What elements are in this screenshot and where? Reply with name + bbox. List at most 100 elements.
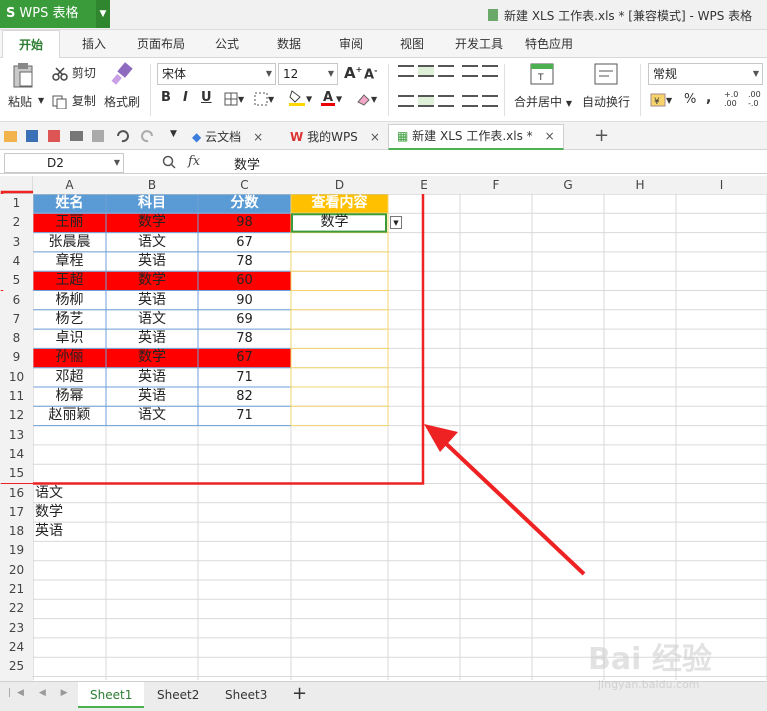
sheet-tab-2[interactable]: Sheet2 (145, 682, 211, 708)
name-cell[interactable]: 杨艺 (33, 310, 106, 329)
font-size-select[interactable]: 12 ▼ (278, 63, 338, 85)
name-cell[interactable]: 王超 (33, 271, 106, 290)
doc-tab-workbook[interactable]: ▦ 新建 XLS 工作表.xls * × (388, 124, 564, 150)
table-header-cell[interactable]: 科目 (106, 194, 198, 213)
column-header-i[interactable]: I (676, 176, 767, 194)
export-pdf-icon[interactable] (48, 130, 60, 142)
score-cell[interactable]: 71 (198, 368, 291, 387)
name-cell[interactable]: 邓超 (33, 368, 106, 387)
tab-special[interactable]: 特色应用 (525, 35, 573, 52)
font-color-button[interactable]: A ▼ (320, 89, 342, 107)
score-cell[interactable]: 60 (198, 271, 291, 290)
align-bottom-icon[interactable] (438, 65, 454, 77)
close-icon[interactable]: × (545, 129, 555, 143)
row-header-4[interactable]: 4 (0, 251, 33, 272)
align-right-icon[interactable] (438, 95, 454, 107)
column-header-b[interactable]: B (106, 176, 198, 194)
print-icon[interactable] (70, 131, 83, 141)
doc-tab-cloud[interactable]: ◆ 云文档 × (192, 128, 263, 145)
name-cell[interactable]: 杨柳 (33, 291, 106, 310)
redo-icon[interactable] (141, 130, 153, 143)
row-header-19[interactable]: 19 (0, 541, 33, 561)
thousands-separator-icon[interactable]: , (706, 90, 711, 106)
score-cell[interactable]: 78 (198, 329, 291, 348)
align-left-icon[interactable] (398, 95, 414, 107)
new-tab-icon[interactable]: + (594, 125, 609, 146)
underline-icon[interactable]: U (201, 90, 212, 105)
subject-cell[interactable]: 数学 (106, 271, 198, 290)
row-header-7[interactable]: 7 (0, 309, 33, 330)
row-header-8[interactable]: 8 (0, 329, 33, 349)
score-cell[interactable]: 90 (198, 291, 291, 310)
name-box[interactable]: D2 ▼ (4, 153, 124, 173)
row-header-18[interactable]: 18 (0, 522, 33, 542)
row-header-11[interactable]: 11 (0, 387, 33, 407)
name-cell[interactable]: 张晨晨 (33, 233, 106, 252)
chevron-down-icon[interactable]: ▼ (170, 129, 177, 139)
number-format-select[interactable]: 常规 ▼ (648, 63, 763, 85)
table-header-cell[interactable]: 分数 (198, 194, 291, 213)
column-header-f[interactable]: F (460, 176, 532, 194)
table-header-cell[interactable]: 姓名 (33, 194, 106, 213)
score-cell[interactable]: 69 (198, 310, 291, 329)
subject-cell[interactable]: 数学 (106, 213, 198, 232)
doc-tab-my-wps[interactable]: W 我的WPS × (290, 128, 380, 145)
subject-cell[interactable]: 英语 (106, 368, 198, 387)
name-cell[interactable]: 王丽 (33, 213, 106, 232)
score-cell[interactable]: 98 (198, 213, 291, 232)
close-icon[interactable]: × (253, 130, 263, 144)
row-header-13[interactable]: 13 (0, 425, 33, 445)
close-icon[interactable]: × (370, 130, 380, 144)
wrap-text-button[interactable]: 自动换行 (582, 93, 630, 110)
currency-format-icon[interactable]: ¥ ▼ (650, 92, 672, 107)
wrap-text-icon[interactable] (594, 62, 618, 86)
row-header-6[interactable]: 6 (0, 290, 33, 310)
sheet-tab-1[interactable]: Sheet1 (78, 682, 145, 708)
chevron-down-icon[interactable]: ▼ (38, 96, 44, 105)
clear-format-button[interactable]: ▼ (355, 91, 377, 106)
format-painter-label[interactable]: 格式刷 (104, 93, 140, 110)
decrease-decimal-icon[interactable]: .00 -.0 (748, 90, 761, 108)
tab-insert[interactable]: 插入 (82, 35, 106, 52)
score-cell[interactable]: 67 (198, 348, 291, 367)
subject-cell[interactable]: 数学 (106, 348, 198, 367)
list-source-cell[interactable]: 英语 (33, 522, 106, 541)
column-header-h[interactable]: H (604, 176, 676, 194)
formula-content[interactable]: 数学 (234, 154, 260, 173)
merge-center-button[interactable]: 合并居中 ▼ (514, 93, 572, 110)
sheet-tab-3[interactable]: Sheet3 (213, 682, 279, 708)
merge-center-icon[interactable]: T (530, 62, 554, 86)
fx-button[interactable]: fx (188, 154, 200, 169)
print-preview-icon[interactable] (92, 130, 104, 142)
tab-data[interactable]: 数据 (277, 35, 301, 52)
justify-icon[interactable] (462, 95, 478, 107)
name-cell[interactable]: 章程 (33, 252, 106, 271)
bold-icon[interactable]: B (161, 90, 171, 105)
row-header-14[interactable]: 14 (0, 444, 33, 465)
save-icon[interactable] (26, 130, 38, 142)
row-header-16[interactable]: 16 (0, 483, 33, 503)
column-header-g[interactable]: G (532, 176, 604, 194)
column-header-d[interactable]: D (291, 176, 388, 194)
column-header-a[interactable]: A (33, 176, 106, 194)
align-top-icon[interactable] (398, 65, 414, 77)
column-header-c[interactable]: C (198, 176, 291, 194)
italic-icon[interactable]: I (183, 90, 188, 105)
list-source-cell[interactable]: 语文 (33, 484, 106, 503)
row-header-12[interactable]: 12 (0, 406, 33, 426)
row-header-9[interactable]: 9 (0, 348, 33, 368)
align-middle-icon[interactable] (418, 65, 434, 77)
border-button[interactable]: ▼ (224, 91, 244, 106)
subject-cell[interactable]: 英语 (106, 329, 198, 348)
row-header-10[interactable]: 10 (0, 367, 33, 387)
row-header-5[interactable]: 5 (0, 271, 33, 291)
copy-button[interactable]: 复制 (52, 92, 96, 109)
percent-icon[interactable]: % (684, 92, 696, 107)
row-header-23[interactable]: 23 (0, 618, 33, 638)
score-cell[interactable]: 67 (198, 233, 291, 252)
name-cell[interactable]: 赵丽颖 (33, 406, 106, 425)
paste-button[interactable] (12, 62, 34, 88)
indent-decrease-icon[interactable] (462, 65, 478, 77)
row-header-1[interactable]: 1 (0, 194, 33, 214)
font-name-select[interactable]: 宋体 ▼ (157, 63, 276, 85)
